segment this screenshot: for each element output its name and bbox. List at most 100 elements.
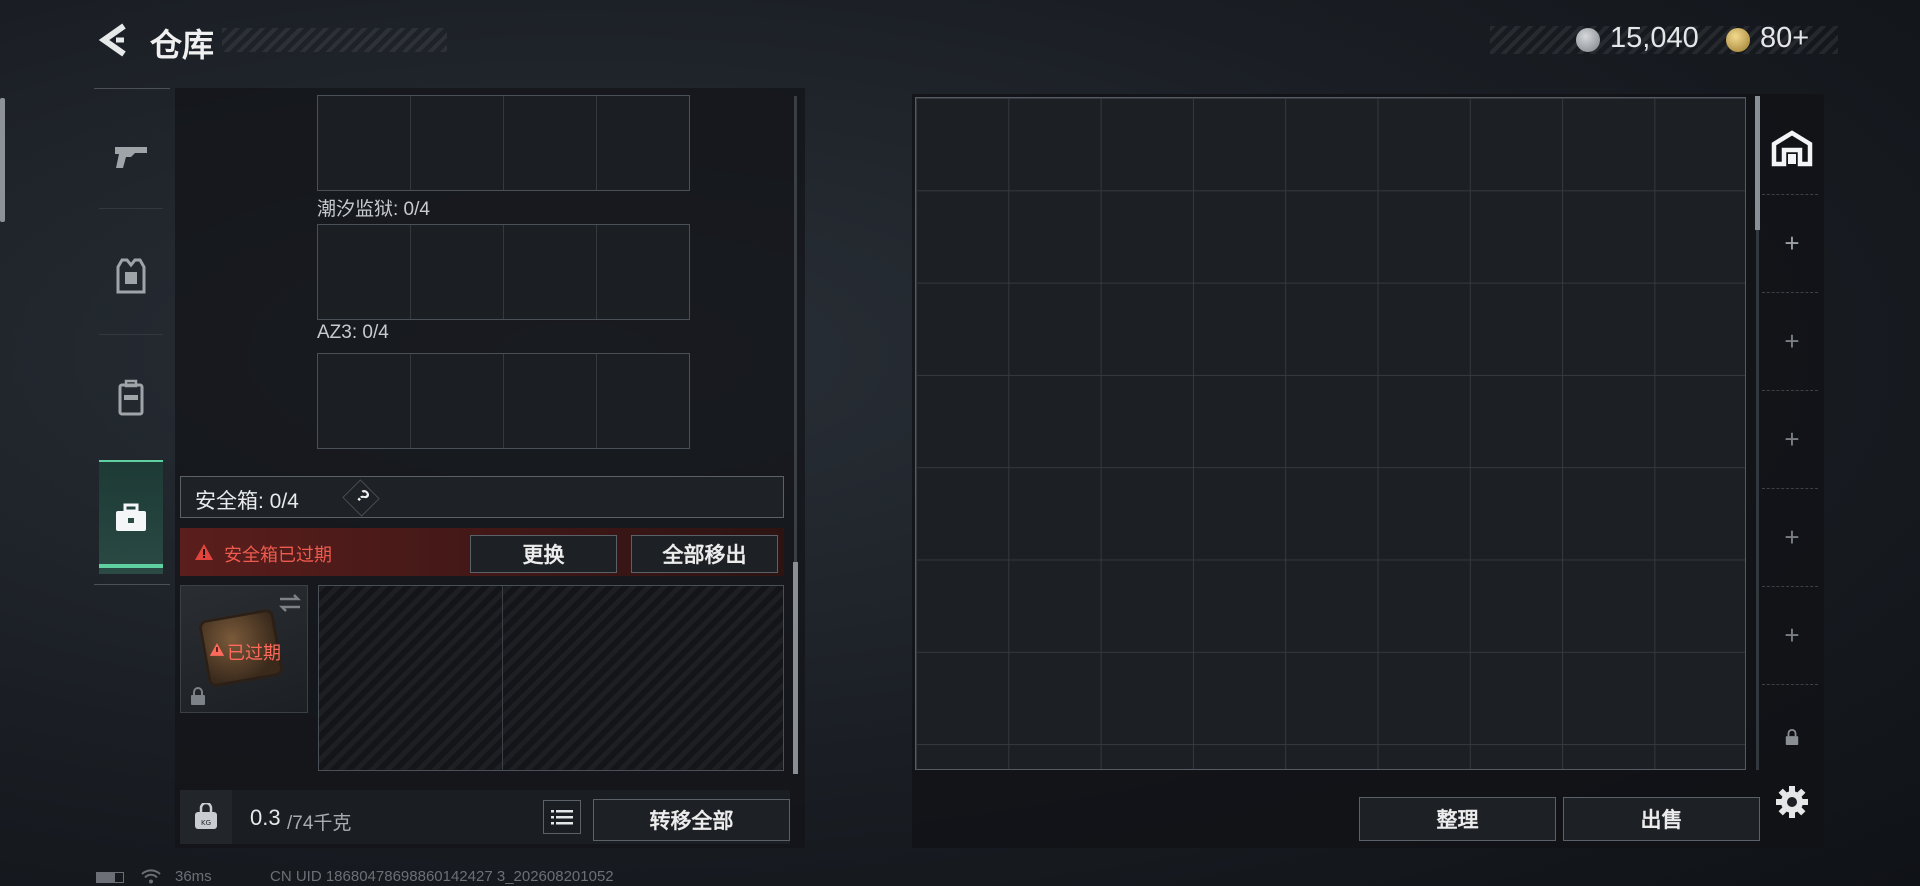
warehouse-grid-cell[interactable] <box>1100 652 1192 744</box>
slot-grid-top[interactable] <box>317 95 690 191</box>
warehouse-grid-cell[interactable] <box>1008 744 1100 769</box>
warehouse-grid-cell[interactable] <box>1469 652 1561 744</box>
slot-cell[interactable] <box>504 225 597 319</box>
warehouse-grid-cell[interactable] <box>916 375 1008 467</box>
warehouse-grid-cell[interactable] <box>1377 283 1469 375</box>
warehouse-grid-cell[interactable] <box>1008 652 1100 744</box>
warehouse-grid-cell[interactable] <box>1008 283 1100 375</box>
warehouse-grid-cell[interactable] <box>1469 190 1561 282</box>
warehouse-grid-cell[interactable] <box>1653 190 1745 282</box>
warehouse-grid-cell[interactable] <box>1469 375 1561 467</box>
warehouse-grid-cell[interactable] <box>1192 744 1284 769</box>
slot-cell[interactable] <box>597 354 689 448</box>
warehouse-grid-cell[interactable] <box>1100 190 1192 282</box>
warehouse-grid-cell[interactable] <box>1377 560 1469 652</box>
slot-cell[interactable] <box>597 96 689 190</box>
warehouse-grid-cell[interactable] <box>1469 283 1561 375</box>
slot-grid-az3[interactable] <box>317 353 690 449</box>
warehouse-grid-cell[interactable] <box>1653 98 1745 190</box>
warehouse-grid-cell[interactable] <box>1192 560 1284 652</box>
add-page-button[interactable]: + <box>1762 326 1822 357</box>
warehouse-page-1[interactable] <box>1770 128 1814 168</box>
warehouse-grid-cell[interactable] <box>1469 98 1561 190</box>
lock-icon[interactable] <box>1784 728 1800 746</box>
warehouse-grid-cell[interactable] <box>1377 652 1469 744</box>
warehouse-grid-cell[interactable] <box>1192 467 1284 559</box>
warehouse-grid-cell[interactable] <box>1284 190 1376 282</box>
safe-box-help-icon[interactable]: ? <box>342 479 380 517</box>
warehouse-grid-cell[interactable] <box>1100 560 1192 652</box>
warehouse-grid-cell[interactable] <box>1100 744 1192 769</box>
warehouse-grid-cell[interactable] <box>1284 744 1376 769</box>
warehouse-grid-scrollbar[interactable] <box>1755 96 1760 230</box>
warehouse-grid-cell[interactable] <box>1377 190 1469 282</box>
add-page-button[interactable]: + <box>1762 424 1822 455</box>
add-page-button[interactable]: + <box>1762 522 1822 553</box>
warehouse-grid-cell[interactable] <box>1284 560 1376 652</box>
warehouse-grid-cell[interactable] <box>1653 283 1745 375</box>
warehouse-grid-cell[interactable] <box>1192 283 1284 375</box>
warehouse-grid-cell[interactable] <box>1100 375 1192 467</box>
warehouse-grid-cell[interactable] <box>1561 652 1653 744</box>
warehouse-grid-cell[interactable] <box>916 744 1008 769</box>
warehouse-grid-cell[interactable] <box>1377 467 1469 559</box>
swap-icon[interactable] <box>277 592 303 614</box>
warehouse-grid[interactable] <box>915 97 1746 770</box>
warehouse-grid-cell[interactable] <box>1008 560 1100 652</box>
slot-cell[interactable] <box>318 225 411 319</box>
warehouse-grid-cell[interactable] <box>916 190 1008 282</box>
remove-all-button[interactable]: 全部移出 <box>631 535 778 573</box>
back-button[interactable] <box>94 20 134 60</box>
warehouse-grid-cell[interactable] <box>916 652 1008 744</box>
warehouse-grid-cell[interactable] <box>1284 375 1376 467</box>
sort-button[interactable]: 整理 <box>1359 797 1556 841</box>
warehouse-grid-cell[interactable] <box>1561 467 1653 559</box>
warehouse-grid-cell[interactable] <box>1377 98 1469 190</box>
safe-box-storage[interactable] <box>318 585 784 771</box>
warehouse-grid-cell[interactable] <box>1284 652 1376 744</box>
slot-cell[interactable] <box>318 96 411 190</box>
tab-backpack[interactable] <box>99 348 163 448</box>
warehouse-grid-cell[interactable] <box>1192 190 1284 282</box>
warehouse-grid-cell[interactable] <box>1284 467 1376 559</box>
slot-cell[interactable] <box>411 354 504 448</box>
gold-currency-value[interactable]: 80+ <box>1760 22 1809 55</box>
add-page-button[interactable]: + <box>1762 228 1822 259</box>
warehouse-grid-cell[interactable] <box>1469 560 1561 652</box>
warehouse-grid-cell[interactable] <box>916 560 1008 652</box>
slot-cell[interactable] <box>504 96 597 190</box>
warehouse-grid-cell[interactable] <box>1561 560 1653 652</box>
warehouse-grid-cell[interactable] <box>1653 744 1745 769</box>
loadout-panel-scrollbar[interactable] <box>793 562 798 774</box>
warehouse-grid-cell[interactable] <box>1653 375 1745 467</box>
warehouse-grid-cell[interactable] <box>1561 190 1653 282</box>
warehouse-grid-cell[interactable] <box>1469 744 1561 769</box>
warehouse-grid-cell[interactable] <box>1561 283 1653 375</box>
warehouse-grid-cell[interactable] <box>916 98 1008 190</box>
warehouse-grid-cell[interactable] <box>1008 190 1100 282</box>
safe-box-item[interactable]: 已过期 <box>180 585 308 713</box>
sell-button[interactable]: 出售 <box>1563 797 1760 841</box>
slot-cell[interactable] <box>411 96 504 190</box>
warehouse-grid-cell[interactable] <box>1100 283 1192 375</box>
slot-grid-tide-prison[interactable] <box>317 224 690 320</box>
warehouse-grid-cell[interactable] <box>1192 652 1284 744</box>
warehouse-grid-cell[interactable] <box>1008 98 1100 190</box>
warehouse-grid-cell[interactable] <box>1653 467 1745 559</box>
warehouse-grid-cell[interactable] <box>916 283 1008 375</box>
add-page-button[interactable]: + <box>1762 620 1822 651</box>
warehouse-grid-cell[interactable] <box>1192 375 1284 467</box>
warehouse-grid-cell[interactable] <box>1008 467 1100 559</box>
warehouse-grid-cell[interactable] <box>1284 98 1376 190</box>
warehouse-grid-cell[interactable] <box>1561 375 1653 467</box>
warehouse-grid-cell[interactable] <box>1653 652 1745 744</box>
warehouse-grid-cell[interactable] <box>1192 98 1284 190</box>
warehouse-grid-cell[interactable] <box>1100 467 1192 559</box>
warehouse-grid-cell[interactable] <box>1377 744 1469 769</box>
warehouse-grid-cell[interactable] <box>1653 560 1745 652</box>
slot-cell[interactable] <box>411 225 504 319</box>
warehouse-grid-cell[interactable] <box>1561 98 1653 190</box>
slot-cell[interactable] <box>318 354 411 448</box>
transfer-all-button[interactable]: 转移全部 <box>593 799 790 841</box>
tab-armor[interactable] <box>99 226 163 326</box>
